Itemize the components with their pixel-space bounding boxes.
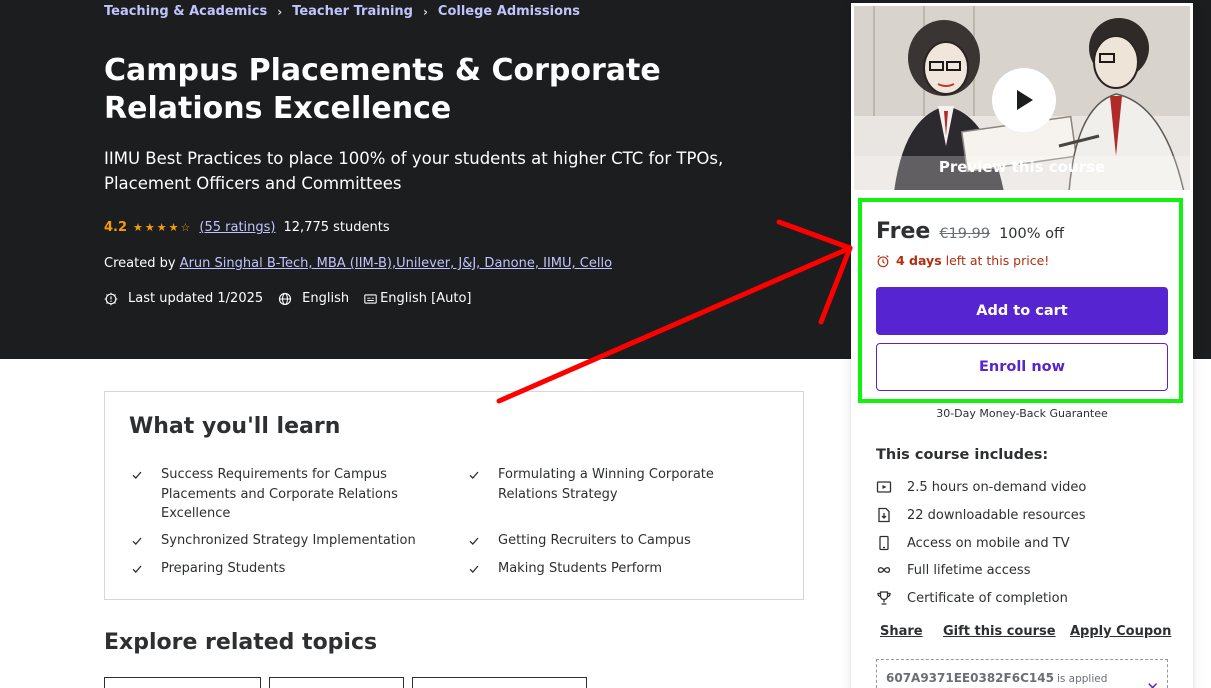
include-item-lifetime: Full lifetime access xyxy=(876,562,1030,578)
infinity-icon xyxy=(877,567,891,573)
include-item-mobile: Access on mobile and TV xyxy=(876,535,1070,551)
chevron-right-icon: › xyxy=(277,4,283,19)
star-icon: ★ xyxy=(168,221,179,234)
include-item-label: Certificate of completion xyxy=(907,590,1068,606)
learn-item-text: Getting Recruiters to Campus xyxy=(498,533,691,548)
alert-badge-icon xyxy=(104,292,118,305)
learn-item: Formulating a Winning Corporate Relation… xyxy=(466,465,768,504)
learn-item-text: Synchronized Strategy Implementation xyxy=(161,533,416,548)
closed-captions-icon xyxy=(364,293,377,304)
price-row: Free €19.99 100% off xyxy=(876,219,1064,244)
star-icon: ★ xyxy=(156,221,167,234)
star-outline-icon: ☆ xyxy=(180,221,191,234)
discount-percentage: 100% off xyxy=(999,226,1064,242)
created-by-label: Created by xyxy=(104,256,176,271)
students-count: 12,775 students xyxy=(283,220,390,235)
video-icon xyxy=(876,481,892,493)
include-item-resources: 22 downloadable resources xyxy=(876,507,1086,523)
coupon-code-value: 607A9371EE0382F6C145 xyxy=(886,671,1054,685)
course-captions: English [Auto] xyxy=(380,291,472,306)
check-icon xyxy=(466,559,498,582)
learn-item-text: Success Requirements for Campus Placemen… xyxy=(161,467,398,521)
purchase-sidebar: Preview this course Free €19.99 100% off… xyxy=(851,3,1193,688)
timer-text: left at this price! xyxy=(945,253,1050,268)
coupon-code: 607A9371EE0382F6C145 is applied xyxy=(886,671,1107,685)
trophy-icon xyxy=(877,591,891,605)
learn-title: What you'll learn xyxy=(129,414,341,439)
course-language: English xyxy=(302,291,350,306)
include-item-label: Full lifetime access xyxy=(907,562,1031,578)
check-icon xyxy=(129,531,161,554)
breadcrumb-teaching-academics[interactable]: Teaching & Academics xyxy=(104,4,267,19)
remove-coupon-icon[interactable]: ✕ xyxy=(1146,679,1159,688)
check-icon xyxy=(466,465,498,504)
course-title: Campus Placements & Corporate Relations … xyxy=(104,53,661,126)
what-you-will-learn: What you'll learn Success Requirements f… xyxy=(104,391,804,600)
learn-item: Making Students Perform xyxy=(466,559,768,582)
learn-item-text: Formulating a Winning Corporate Relation… xyxy=(498,467,714,502)
timer-days: 4 days xyxy=(896,253,942,268)
check-icon xyxy=(129,559,161,582)
star-icon: ★ xyxy=(133,221,143,234)
star-icon: ★ xyxy=(144,221,155,234)
include-item-certificate: Certificate of completion xyxy=(876,590,1068,606)
course-subtitle: IIMU Best Practices to place 100% of you… xyxy=(104,149,724,193)
rating-value: 4.2 xyxy=(104,220,128,235)
includes-title: This course includes: xyxy=(876,447,1049,463)
alarm-clock-icon xyxy=(877,254,889,267)
created-by-row: Created by Arun Singhal B-Tech, MBA (IIM… xyxy=(104,256,612,271)
related-topics-title: Explore related topics xyxy=(104,630,378,655)
breadcrumb-college-admissions[interactable]: College Admissions xyxy=(438,4,580,19)
add-to-cart-button[interactable]: Add to cart xyxy=(876,287,1168,335)
learn-item: Success Requirements for Campus Placemen… xyxy=(129,465,431,524)
rating-stars: ★ ★ ★ ★ ☆ xyxy=(133,221,192,234)
check-icon xyxy=(129,465,161,524)
breadcrumb-teacher-training[interactable]: Teacher Training xyxy=(292,4,413,19)
learn-item: Getting Recruiters to Campus xyxy=(466,531,768,554)
learn-item-text: Preparing Students xyxy=(161,561,286,576)
learn-item: Preparing Students xyxy=(129,559,431,582)
related-topic-chip[interactable] xyxy=(412,677,587,688)
include-item-label: 2.5 hours on-demand video xyxy=(907,479,1087,495)
author-link[interactable]: Arun Singhal B-Tech, MBA (IIM-B),Unileve… xyxy=(180,256,612,271)
chevron-right-icon: › xyxy=(422,4,428,19)
check-icon xyxy=(466,531,498,554)
play-button[interactable] xyxy=(992,68,1056,132)
related-topic-chip[interactable] xyxy=(104,677,261,688)
learn-item-text: Making Students Perform xyxy=(498,561,663,576)
ratings-count-link[interactable]: (55 ratings) xyxy=(199,220,275,235)
course-meta-row: Last updated 1/2025 English English [Aut… xyxy=(104,291,472,306)
include-item-label: 22 downloadable resources xyxy=(907,507,1086,523)
applied-coupon: 607A9371EE0382F6C145 is applied ✕ xyxy=(876,659,1168,688)
include-item-video: 2.5 hours on-demand video xyxy=(876,479,1086,495)
related-topic-chip[interactable] xyxy=(269,677,404,688)
share-link[interactable]: Share xyxy=(880,624,923,639)
price-timer: 4 days left at this price! xyxy=(876,253,1049,268)
breadcrumb: Teaching & Academics › Teacher Training … xyxy=(104,4,580,19)
learn-item: Synchronized Strategy Implementation xyxy=(129,531,431,554)
mobile-icon xyxy=(879,535,889,551)
coupon-status: is applied xyxy=(1056,673,1108,685)
course-preview[interactable]: Preview this course xyxy=(853,5,1191,191)
include-item-label: Access on mobile and TV xyxy=(907,535,1070,551)
current-price: Free xyxy=(876,219,931,244)
gift-course-link[interactable]: Gift this course xyxy=(943,624,1056,639)
globe-icon xyxy=(279,292,292,305)
enroll-now-button[interactable]: Enroll now xyxy=(876,343,1168,391)
apply-coupon-link[interactable]: Apply Coupon xyxy=(1070,624,1171,639)
last-updated: Last updated 1/2025 xyxy=(128,291,264,306)
download-file-icon xyxy=(878,507,890,523)
original-price: €19.99 xyxy=(939,226,991,242)
play-icon xyxy=(1017,90,1033,110)
money-back-guarantee: 30-Day Money-Back Guarantee xyxy=(936,407,1108,420)
rating-row: 4.2 ★ ★ ★ ★ ☆ (55 ratings) 12,775 studen… xyxy=(104,220,390,235)
preview-label: Preview this course xyxy=(938,158,1106,176)
